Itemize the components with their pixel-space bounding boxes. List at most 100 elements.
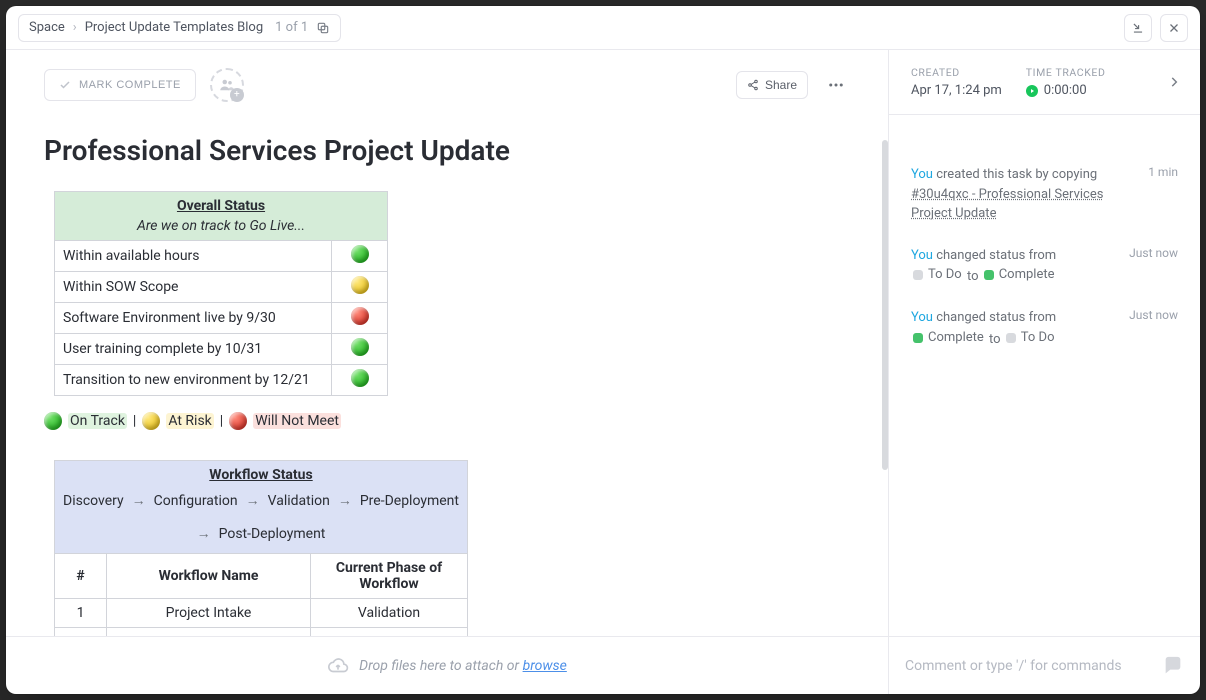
status-indicator [332,303,388,334]
drop-text: Drop files here to attach or [359,658,522,674]
footer: Drop files here to attach or browse Comm… [6,636,1200,694]
status-row: User training complete by 10/31 [55,334,388,365]
status-square-icon [913,270,923,280]
chevron-right-icon [1167,75,1181,89]
status-label: User training complete by 10/31 [55,334,332,365]
time-tracked-block: TIME TRACKED 0:00:00 [1026,66,1106,98]
created-label: CREATED [911,66,1002,79]
status-label: Transition to new environment by 12/21 [55,365,332,396]
workflow-stages: Discovery→Configuration→Validation→Pre-D… [63,489,459,547]
status-square-icon [913,333,923,343]
scrollbar[interactable] [882,140,888,470]
activity-time: 1 min [1148,165,1178,224]
dot-yellow-icon [142,412,160,430]
col-name: Workflow Name [107,554,311,599]
status-legend: On Track | At Risk | Will Not Meet [44,412,850,430]
workflow-title: Workflow Status [63,467,459,483]
created-value: Apr 17, 1:24 pm [911,83,1002,98]
arrow-icon: → [246,489,260,514]
legend-at-risk: At Risk [166,413,213,429]
time-tracked-value: 0:00:00 [1044,83,1087,98]
browse-link[interactable]: browse [523,658,567,674]
mark-complete-label: MARK COMPLETE [79,79,181,91]
status-from: Complete [913,328,984,348]
dot-green-icon [351,338,369,356]
attachment-dropzone[interactable]: Drop files here to attach or browse [6,637,888,694]
activity-time: Just now [1129,308,1178,349]
check-icon [59,79,71,91]
legend-will-not-meet: Will Not Meet [253,413,341,429]
minimize-button[interactable] [1124,14,1152,42]
activity-item: You created this task by copying #30u4qx… [911,165,1178,224]
status-indicator [332,272,388,303]
activity-item: You changed status fromTo Do to Complete… [911,246,1178,287]
activity-time: Just now [1129,246,1178,287]
share-icon [747,79,759,91]
status-to: Complete [984,265,1055,285]
comment-box[interactable]: Comment or type '/' for commands [888,637,1200,694]
arrow-icon: → [197,522,211,547]
activity-actor: You [911,310,933,325]
status-from: To Do [913,265,962,285]
status-row: Within available hours [55,241,388,272]
main-pane: MARK COMPLETE + [6,50,888,636]
arrow-icon: → [338,489,352,514]
time-tracked-label: TIME TRACKED [1026,66,1106,79]
share-label: Share [765,78,797,92]
created-block: CREATED Apr 17, 1:24 pm [911,66,1002,98]
activity-actor: You [911,167,933,182]
overall-status-table: Overall Status Are we on track to Go Liv… [54,191,388,396]
overall-status-header: Overall Status Are we on track to Go Liv… [55,192,388,241]
status-row: Within SOW Scope [55,272,388,303]
workflow-row: 1Project IntakeValidation [55,599,468,628]
close-button[interactable] [1160,14,1188,42]
add-assignee-button[interactable]: + [210,68,244,102]
more-menu-button[interactable] [822,71,850,99]
workflow-stage: Discovery [63,489,124,514]
activity-link[interactable]: #30u4qxc - Professional Services Project… [911,187,1103,222]
sidebar-header: CREATED Apr 17, 1:24 pm TIME TRACKED 0:0… [889,50,1200,115]
mark-complete-button[interactable]: MARK COMPLETE [44,69,196,101]
copy-link-icon[interactable] [316,21,330,35]
status-indicator [332,334,388,365]
details-sidebar: CREATED Apr 17, 1:24 pm TIME TRACKED 0:0… [888,50,1200,636]
dot-green-icon [351,369,369,387]
dot-red-icon [351,307,369,325]
chevron-right-icon: › [73,20,77,35]
dot-yellow-icon [351,276,369,294]
breadcrumb-root[interactable]: Space [29,20,65,35]
task-header: MARK COMPLETE + [6,50,888,120]
activity-actor: You [911,248,933,263]
workflow-column-headers: # Workflow Name Current Phase of Workflo… [55,554,468,599]
workflow-stage: Configuration [154,489,238,514]
task-title[interactable]: Professional Services Project Update [44,134,850,167]
legend-on-track: On Track [68,413,127,429]
breadcrumb[interactable]: Space › Project Update Templates Blog 1 … [18,14,341,42]
workflow-empty-row [55,628,468,636]
status-square-icon [984,270,994,280]
dot-red-icon [229,412,247,430]
sidebar-expand-button[interactable] [1162,70,1186,94]
status-row: Software Environment live by 9/30 [55,303,388,334]
workflow-phase: Validation [311,599,468,628]
status-indicator [332,365,388,396]
plus-icon: + [230,88,244,102]
play-icon[interactable] [1026,85,1038,97]
breadcrumb-page[interactable]: Project Update Templates Blog [85,20,263,35]
comment-placeholder: Comment or type '/' for commands [905,658,1152,674]
col-phase: Current Phase of Workflow [311,554,468,599]
activity-item: You changed status fromComplete to To Do… [911,308,1178,349]
workflow-header: Workflow Status Discovery → Configuration →… [55,461,468,554]
task-content: Professional Services Project Update Ove… [6,120,888,636]
workflow-name: Project Intake [107,599,311,628]
dot-green-icon [44,412,62,430]
overall-status-subtitle: Are we on track to Go Live... [63,218,379,234]
cloud-upload-icon [327,655,349,677]
breadcrumb-count: 1 of 1 [275,20,308,35]
status-to: To Do [1006,328,1055,348]
share-button[interactable]: Share [736,71,808,99]
workflow-num: 1 [55,599,107,628]
workflow-stage: Pre-Deployment [360,489,459,514]
col-num: # [55,554,107,599]
status-label: Within SOW Scope [55,272,332,303]
